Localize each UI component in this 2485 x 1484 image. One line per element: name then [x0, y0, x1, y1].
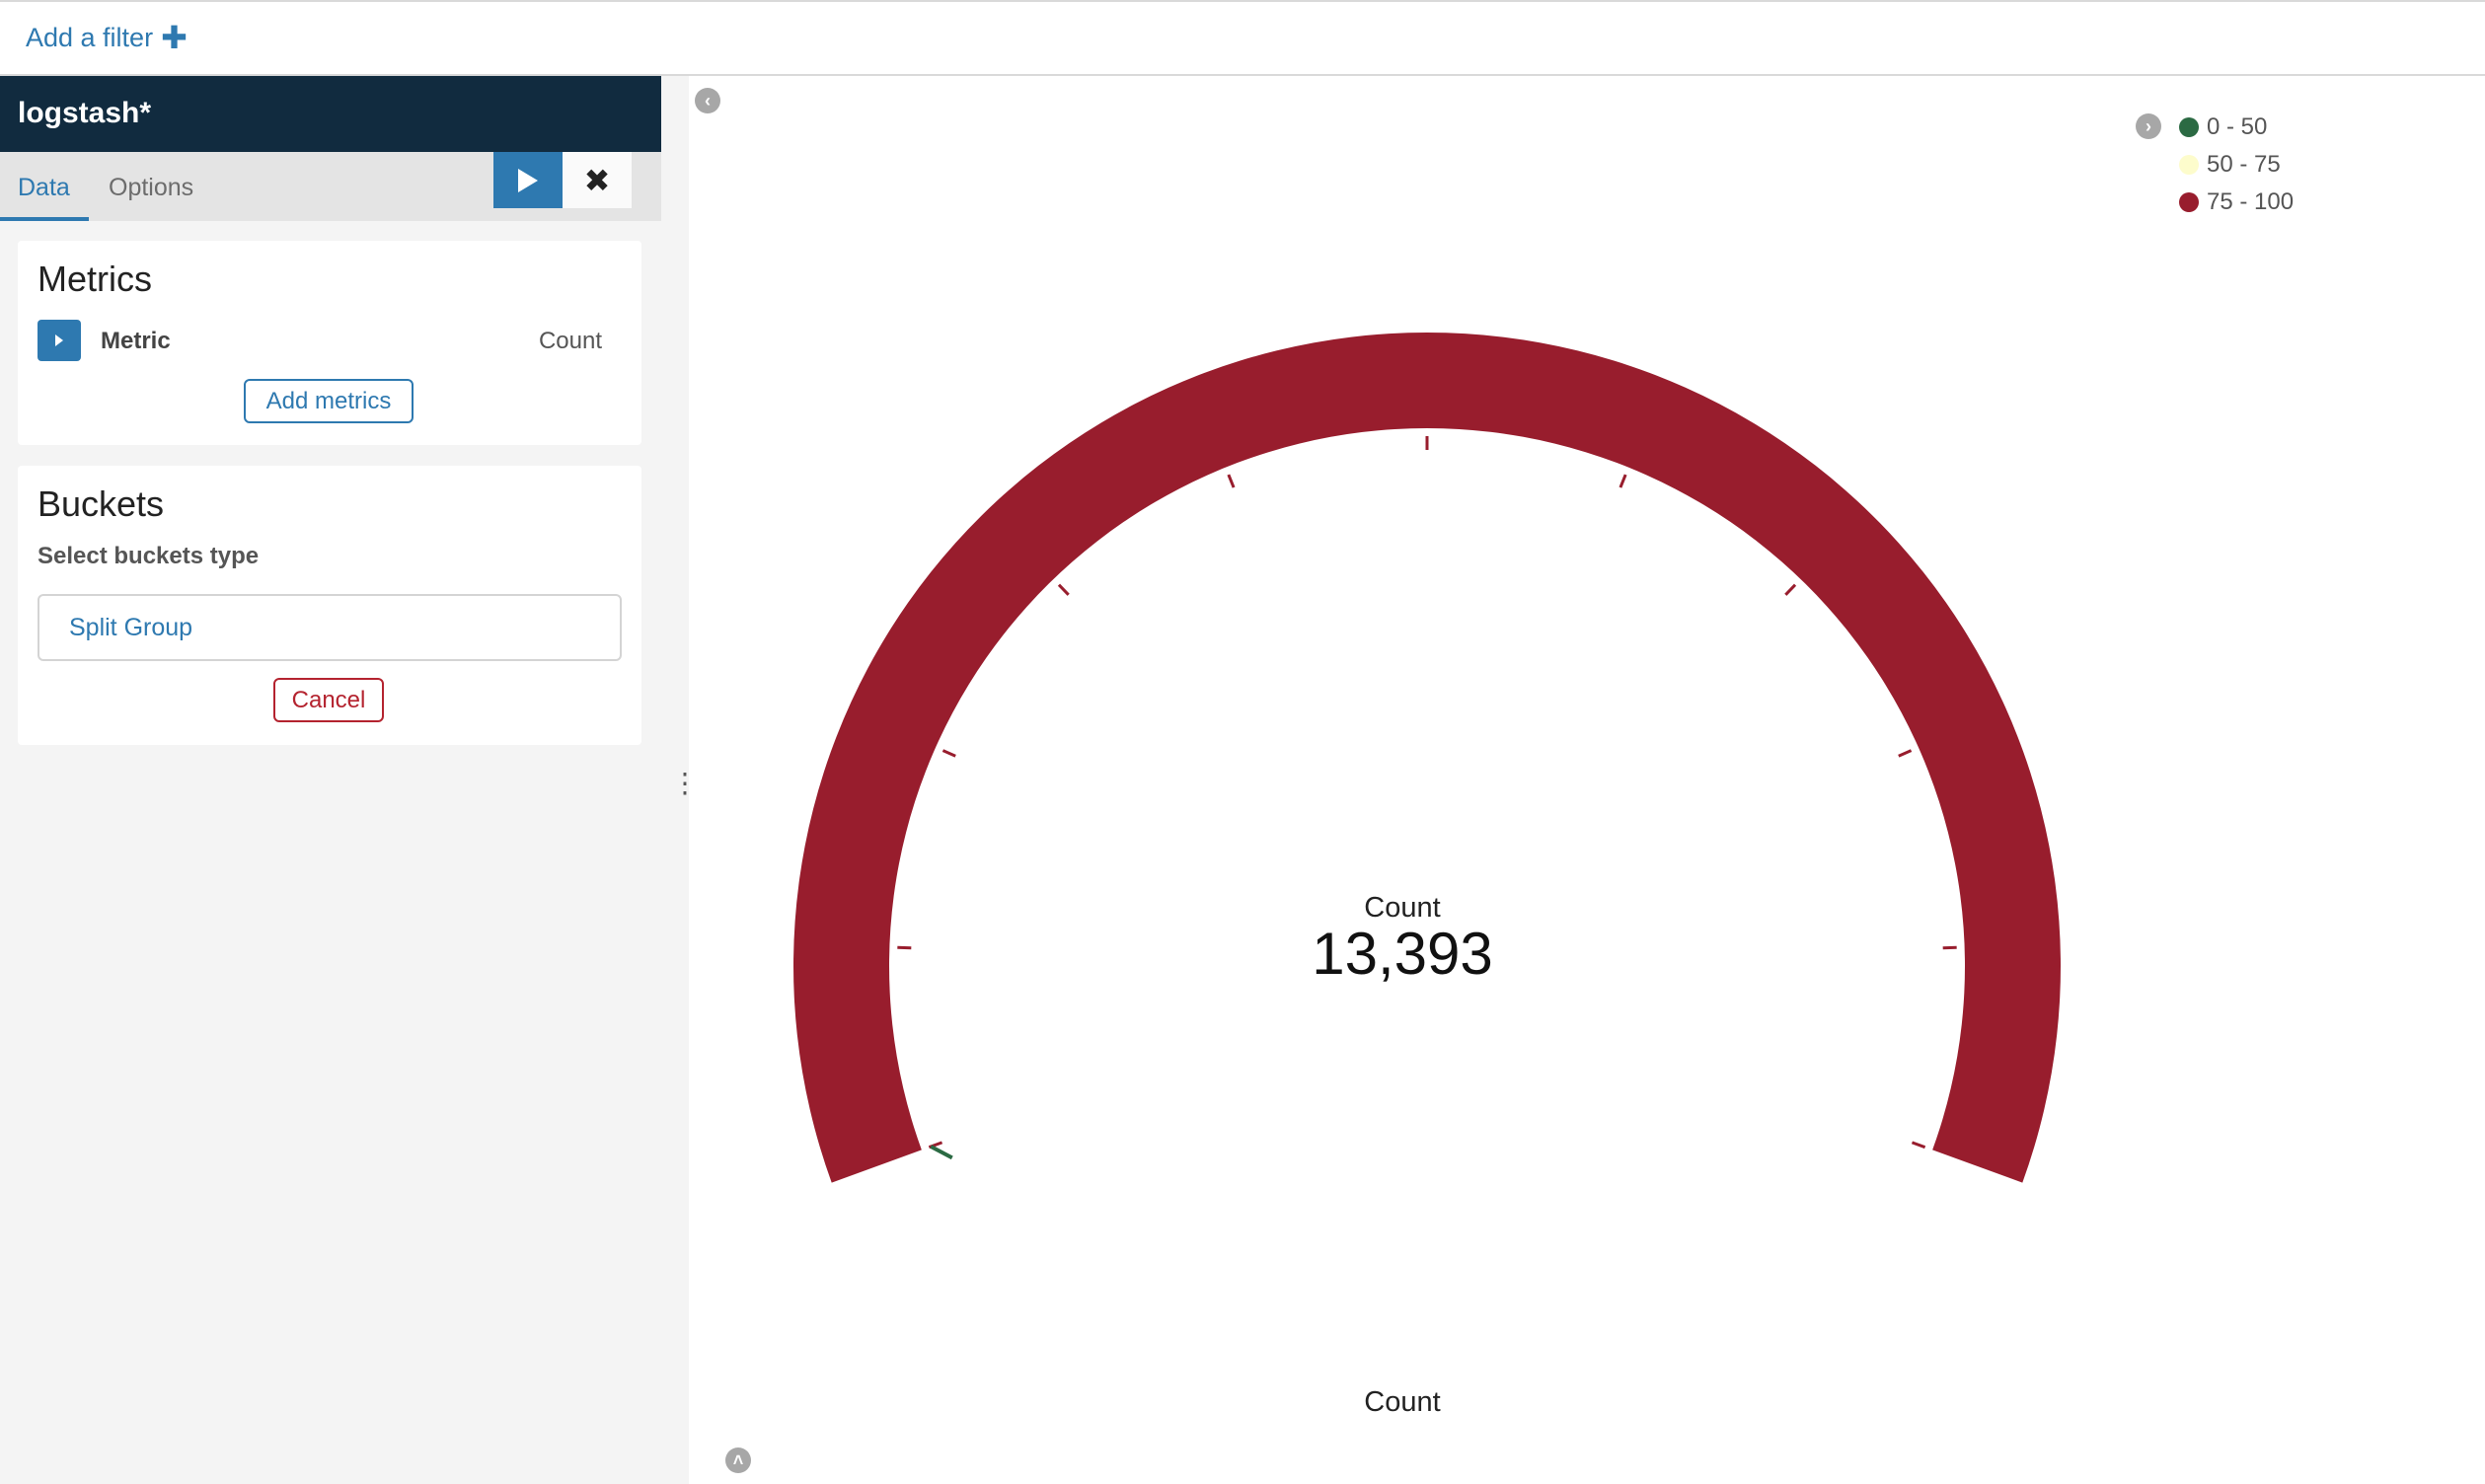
- gauge-start-marker: [930, 1145, 953, 1160]
- gauge-tick: [941, 749, 956, 758]
- gauge-tick: [1227, 474, 1236, 488]
- gauge-tick: [1911, 1141, 1926, 1150]
- sidebar-tabs: Data Options ✖: [0, 152, 661, 221]
- add-filter-label: Add a filter: [26, 22, 154, 52]
- index-pattern-title: logstash*: [18, 97, 152, 129]
- editor-sidebar: logstash* Data Options ✖ Metrics Metric …: [0, 76, 689, 1484]
- add-filter-button[interactable]: Add a filter ✚: [26, 22, 188, 53]
- metric-expand-toggle[interactable]: [38, 320, 81, 361]
- metrics-panel: Metrics Metric Count Add metrics: [18, 241, 641, 445]
- apply-changes-button[interactable]: [493, 152, 563, 208]
- filter-bar: Add a filter ✚: [0, 0, 2485, 76]
- chevron-up-icon[interactable]: ˄: [725, 1447, 751, 1473]
- gauge-value: 13,393: [1312, 921, 1493, 987]
- add-metrics-button[interactable]: Add metrics: [244, 379, 414, 423]
- gauge-subtitle: Count: [1364, 1386, 1441, 1418]
- gauge-tick: [1619, 474, 1627, 488]
- discard-changes-button[interactable]: ✖: [563, 152, 632, 208]
- plus-icon: ✚: [161, 20, 188, 55]
- gauge-tick: [1898, 749, 1913, 758]
- metric-label: Metric: [101, 328, 171, 354]
- active-tab-indicator: [0, 217, 89, 221]
- gauge-arc: [793, 332, 2061, 1183]
- visualization-area: ‹ › 0 - 50 50 - 75 75 - 100 Count 13,393…: [689, 76, 2485, 1484]
- play-icon: [518, 168, 538, 192]
- caret-right-icon: [55, 334, 63, 346]
- cancel-button[interactable]: Cancel: [273, 678, 384, 722]
- gauge-tick: [1784, 583, 1797, 596]
- gauge-tick: [1057, 583, 1070, 596]
- select-buckets-type-label: Select buckets type: [38, 543, 260, 569]
- buckets-title: Buckets: [38, 483, 165, 524]
- buckets-panel: Buckets Select buckets type Split Group …: [18, 466, 641, 745]
- tab-options[interactable]: Options: [109, 174, 193, 202]
- sidebar-header: logstash*: [0, 76, 661, 152]
- tab-data[interactable]: Data: [18, 174, 70, 202]
- split-group-option[interactable]: Split Group: [38, 594, 622, 661]
- metrics-title: Metrics: [38, 259, 152, 299]
- metric-aggregation: Count: [538, 328, 602, 354]
- close-icon: ✖: [583, 162, 611, 198]
- gauge-chart: [793, 332, 2061, 1183]
